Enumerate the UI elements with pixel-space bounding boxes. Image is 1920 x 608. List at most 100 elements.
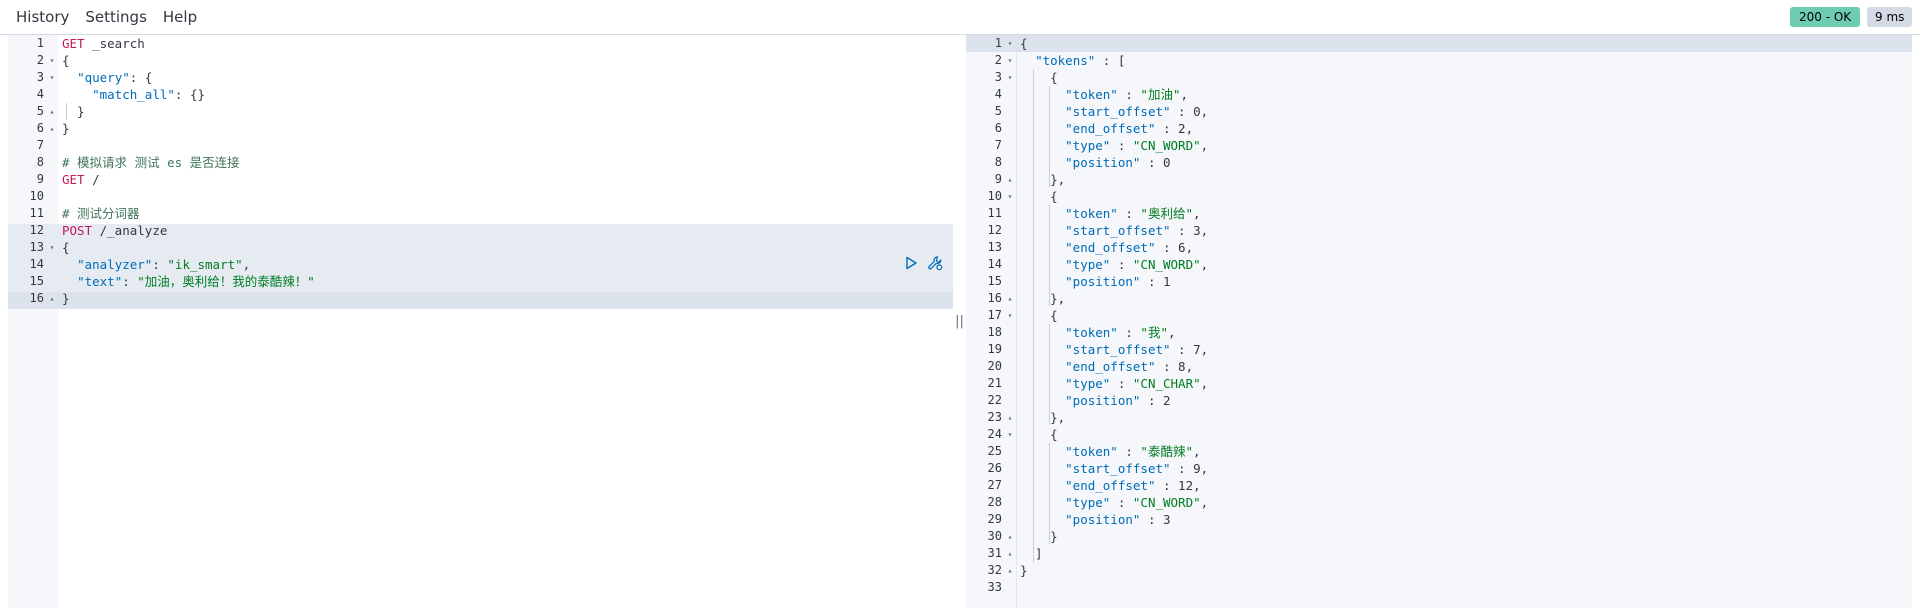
- response-viewer[interactable]: 1 ▾{2 ▾ "tokens" : [3 ▾ {4 "token" : "加油", 5…: [966, 35, 1912, 608]
- line-number: 1: [994, 36, 1002, 50]
- code-line: 16 ▴}: [8, 290, 953, 307]
- code-text: "start_offset" : 9,: [1020, 460, 1208, 477]
- line-number: 9: [36, 172, 44, 186]
- fold-toggle-icon[interactable]: ▴: [47, 103, 57, 120]
- code-token: "type": [1065, 257, 1111, 272]
- code-line: 4 "token" : "加油",: [966, 86, 1912, 103]
- menu-settings[interactable]: Settings: [77, 8, 155, 26]
- fold-toggle-icon[interactable]: ▴: [47, 290, 57, 307]
- code-token: "type": [1065, 376, 1111, 391]
- code-text: {: [1020, 188, 1058, 205]
- fold-toggle-icon[interactable]: ▴: [1005, 528, 1015, 545]
- fold-toggle-icon[interactable]: ▴: [1005, 290, 1015, 307]
- fold-toggle-icon[interactable]: ▾: [47, 239, 57, 256]
- fold-toggle-icon[interactable]: ▾: [1005, 426, 1015, 443]
- code-token: 2: [1178, 121, 1186, 136]
- code-text: "type" : "CN_WORD",: [1020, 137, 1208, 154]
- fold-toggle-icon[interactable]: ▾: [47, 69, 57, 86]
- line-number: 11: [29, 206, 44, 220]
- code-token: :: [1110, 257, 1133, 272]
- code-token: "ik_smart": [167, 257, 243, 272]
- fold-toggle-icon[interactable]: ▾: [1005, 69, 1015, 86]
- line-number: 4: [36, 87, 44, 101]
- code-text: "start_offset" : 0,: [1020, 103, 1208, 120]
- wrench-icon[interactable]: [927, 255, 943, 271]
- code-token: :: [1117, 444, 1141, 459]
- code-token: ,: [1200, 495, 1209, 510]
- code-token: :: [122, 274, 138, 289]
- code-text: "start_offset" : 7,: [1020, 341, 1208, 358]
- code-token: ,: [1192, 206, 1201, 221]
- fold-toggle-icon[interactable]: ▾: [1005, 35, 1015, 52]
- code-line: 2 ▾ {: [8, 52, 953, 69]
- play-icon[interactable]: [903, 255, 919, 271]
- code-token: ,: [1200, 376, 1209, 391]
- code-token: ,: [1200, 342, 1209, 357]
- fold-toggle-icon[interactable]: ▴: [1005, 409, 1015, 426]
- code-text: }: [62, 120, 70, 137]
- code-token: :: [1170, 223, 1194, 238]
- code-text: {: [1020, 307, 1058, 324]
- code-token: :: [1170, 461, 1194, 476]
- code-token: 8: [1178, 359, 1186, 374]
- code-token: "start_offset": [1065, 223, 1171, 238]
- code-text: POST /_analyze: [62, 222, 167, 239]
- code-token: ,: [1192, 444, 1201, 459]
- code-token: }: [62, 121, 70, 136]
- menu-history[interactable]: History: [8, 8, 77, 26]
- request-editor[interactable]: 1 GET _search 2 ▾{3 ▾ "query": {4 "match_all…: [8, 35, 953, 608]
- code-line: 30 ▴ }: [966, 528, 1912, 545]
- code-text: # 模拟请求 测试 es 是否连接: [62, 154, 240, 171]
- fold-toggle-icon[interactable]: ▴: [1005, 171, 1015, 188]
- pane-resizer[interactable]: ||: [953, 35, 966, 608]
- code-token: 3: [1163, 512, 1171, 527]
- fold-toggle-icon[interactable]: ▾: [1005, 307, 1015, 324]
- line-number: 32: [987, 563, 1002, 577]
- code-text: GET /: [62, 171, 100, 188]
- code-token: }: [1020, 563, 1028, 578]
- code-token: ,: [1185, 240, 1194, 255]
- code-text: "type" : "CN_CHAR",: [1020, 375, 1208, 392]
- line-number: 33: [987, 580, 1002, 594]
- code-token: {: [62, 240, 70, 255]
- code-token: :: [1117, 325, 1141, 340]
- code-token: "CN_CHAR": [1132, 376, 1201, 391]
- code-token: 0: [1193, 104, 1201, 119]
- line-number: 8: [36, 155, 44, 169]
- code-line: 10 ▾ {: [966, 188, 1912, 205]
- fold-toggle-icon[interactable]: ▾: [47, 52, 57, 69]
- code-token: 6: [1178, 240, 1186, 255]
- code-text: },: [1020, 171, 1065, 188]
- fold-toggle-icon[interactable]: ▾: [1005, 52, 1015, 69]
- fold-toggle-icon[interactable]: ▴: [1005, 545, 1015, 562]
- line-number: 14: [29, 257, 44, 271]
- line-number: 3: [994, 70, 1002, 84]
- code-token: "position": [1065, 155, 1141, 170]
- fold-toggle-icon[interactable]: ▾: [1005, 188, 1015, 205]
- code-token: }: [62, 291, 70, 306]
- code-token: /: [84, 172, 100, 187]
- code-token: "token": [1065, 206, 1118, 221]
- code-text: "token" : "加油",: [1020, 86, 1188, 103]
- menu-help[interactable]: Help: [155, 8, 205, 26]
- request-actions: [903, 255, 943, 271]
- code-token: ,: [1185, 121, 1194, 136]
- line-number: 23: [987, 410, 1002, 424]
- code-text: GET _search: [62, 35, 145, 52]
- code-token: :: [1170, 104, 1194, 119]
- code-line: 14 "type" : "CN_WORD",: [966, 256, 1912, 273]
- code-token: {: [1020, 189, 1058, 204]
- fold-toggle-icon[interactable]: ▴: [47, 120, 57, 137]
- code-text: "analyzer": "ik_smart",: [62, 256, 250, 273]
- code-line: 8 # 模拟请求 测试 es 是否连接: [8, 154, 953, 171]
- fold-toggle-icon[interactable]: ▴: [1005, 562, 1015, 579]
